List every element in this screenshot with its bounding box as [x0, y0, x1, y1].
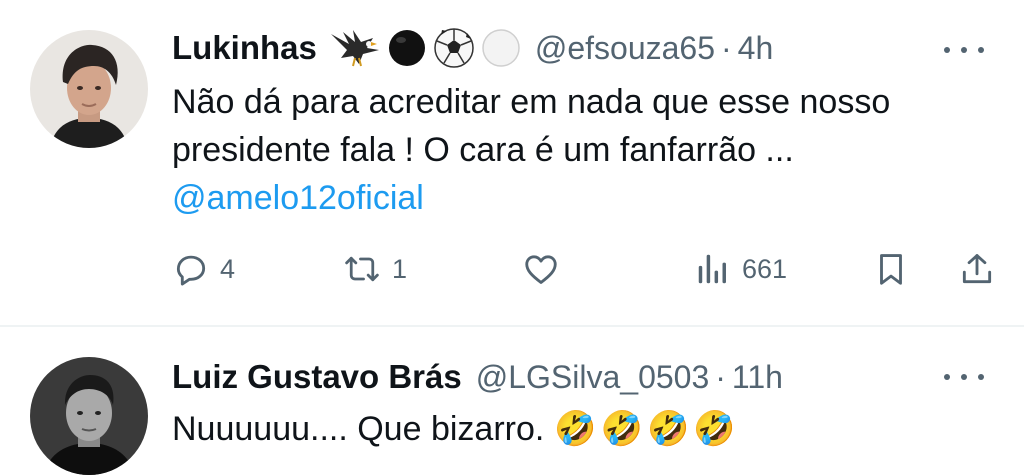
rolling-laughing-emoji: 🤣🤣🤣🤣 [554, 410, 740, 448]
black-circle-emoji [388, 30, 425, 66]
bookmark-icon [880, 254, 902, 285]
retweet-icon [345, 256, 379, 282]
tweet[interactable]: Luiz Gustavo Brás @LGSilva_0503 · 11h Nu… [0, 327, 1024, 475]
eagle-emoji [330, 30, 379, 67]
views-count: 661 [742, 253, 788, 284]
like-button[interactable] [522, 244, 570, 294]
tweet-text-line: presidente fala ! O cara é um fanfarrão … [172, 131, 794, 169]
more-options-icon[interactable] [944, 40, 984, 60]
tweet-header: Lukinhas @efsouza65 · 4h [172, 28, 773, 68]
tweet-text-line: Não dá para acreditar em nada que esse n… [172, 83, 891, 121]
separator-dot: · [721, 29, 732, 66]
tweet-header: Luiz Gustavo Brás @LGSilva_0503 · 11h [172, 357, 783, 397]
share-icon [962, 254, 992, 284]
display-name[interactable]: Lukinhas [172, 29, 317, 67]
timestamp[interactable]: 4h [738, 30, 774, 67]
tweet[interactable]: Lukinhas @efsouza65 · 4h Não dá para acr… [0, 0, 1024, 326]
views-chart-icon [698, 254, 726, 284]
reply-icon [176, 255, 206, 286]
share-button[interactable] [958, 244, 996, 294]
avatar[interactable] [30, 357, 148, 475]
white-circle-emoji [482, 29, 520, 67]
tweet-text: Não dá para acreditar em nada que esse n… [172, 78, 1002, 222]
reply-button[interactable]: 4 [172, 244, 235, 294]
retweet-button[interactable]: 1 [342, 244, 407, 294]
display-name[interactable]: Luiz Gustavo Brás [172, 358, 462, 396]
more-options-icon[interactable] [944, 367, 984, 387]
tweet-actions: 4 1 661 [172, 244, 1002, 294]
name-emojis [329, 27, 521, 69]
mention-link[interactable]: @amelo12oficial [172, 174, 1002, 222]
tweet-text: Nuuuuuu.... Que bizarro. 🤣🤣🤣🤣 [172, 405, 1002, 453]
soccer-ball-emoji [434, 28, 474, 68]
separator-dot: · [715, 358, 726, 395]
tweet-text-line: Nuuuuuu.... Que bizarro. [172, 410, 545, 448]
username-handle[interactable]: @LGSilva_0503 [476, 359, 710, 396]
heart-icon [525, 255, 557, 284]
timestamp[interactable]: 11h [732, 359, 783, 396]
views-button[interactable]: 661 [694, 244, 787, 294]
reply-count: 4 [220, 253, 236, 284]
avatar[interactable] [30, 30, 148, 148]
retweet-count: 1 [392, 253, 408, 284]
bookmark-button[interactable] [872, 244, 910, 294]
username-handle[interactable]: @efsouza65 [535, 30, 715, 67]
